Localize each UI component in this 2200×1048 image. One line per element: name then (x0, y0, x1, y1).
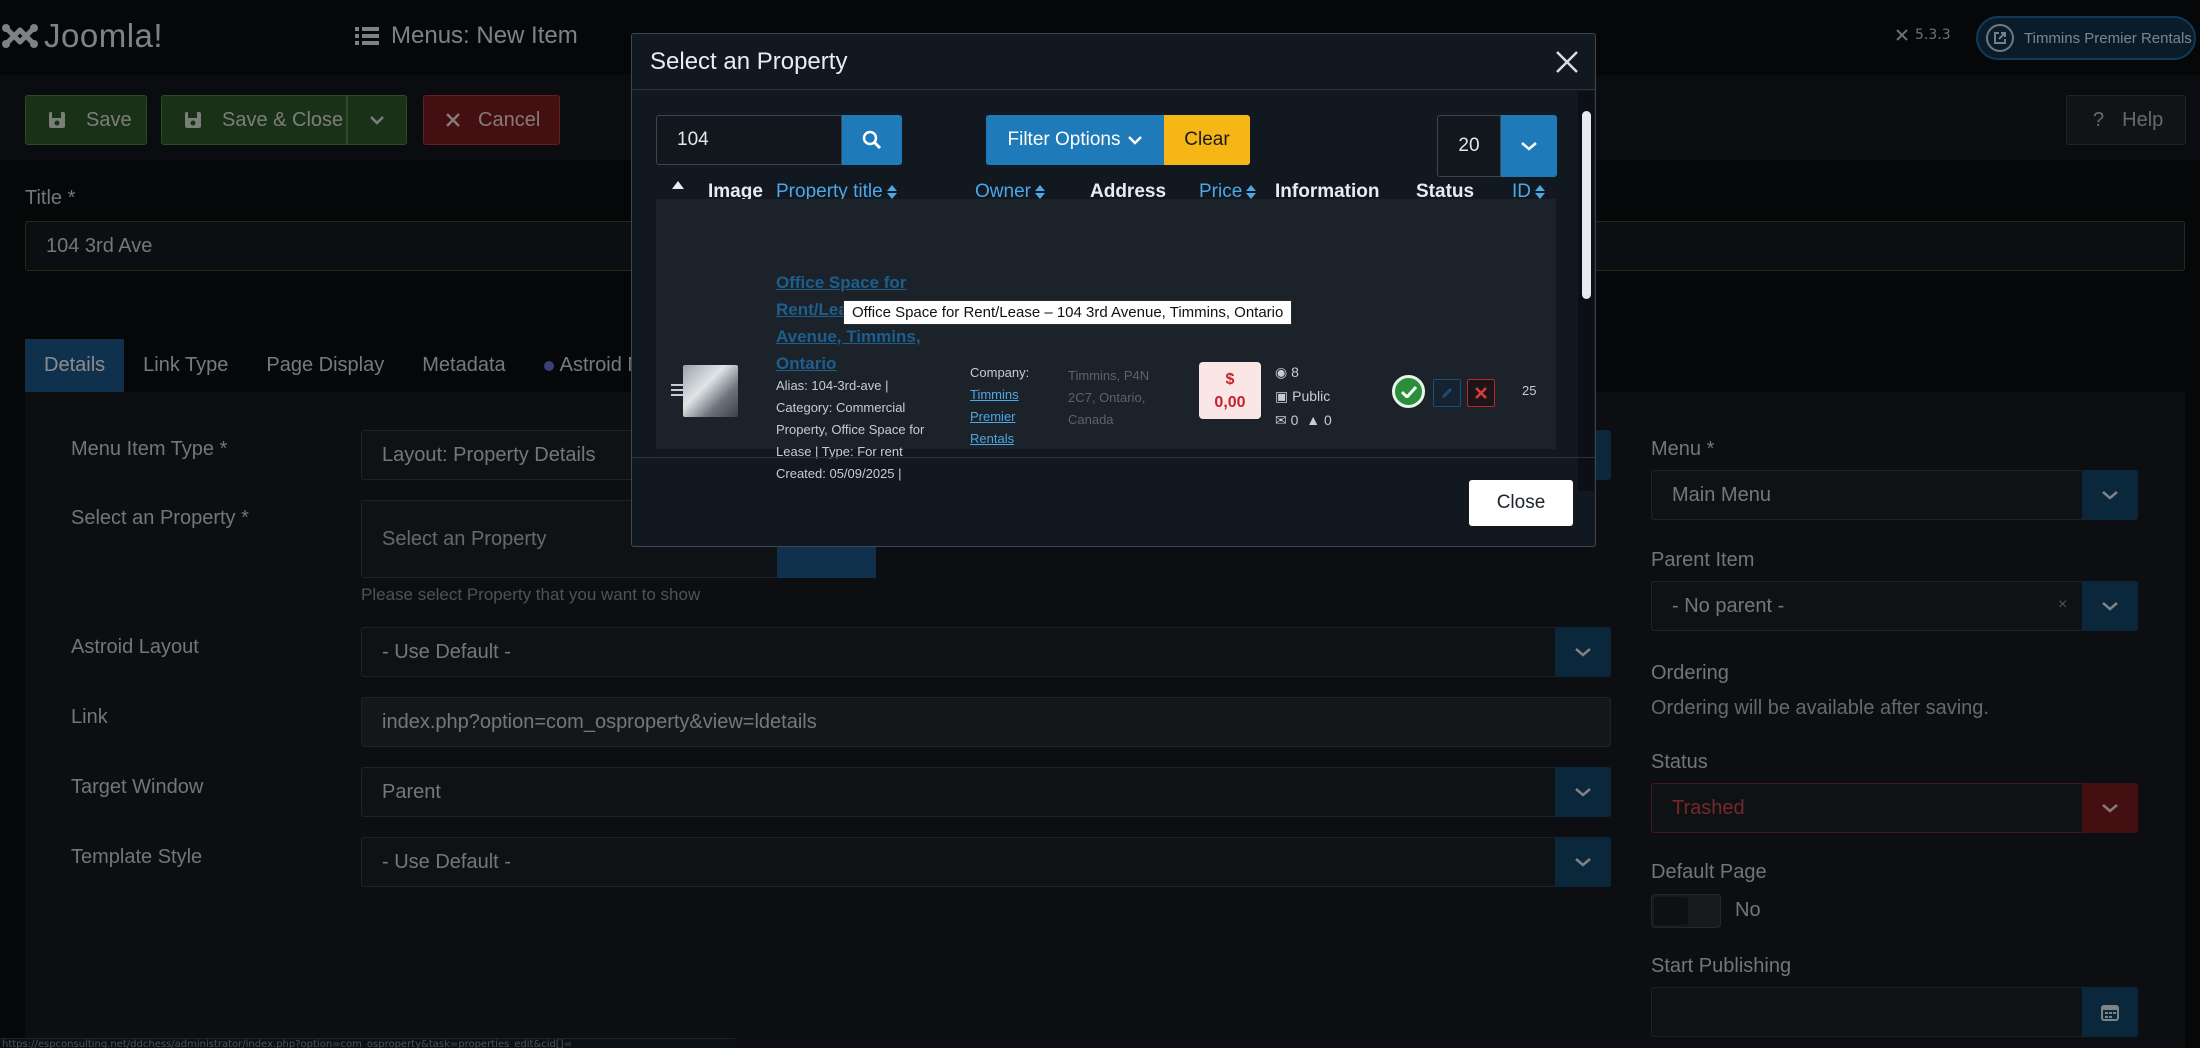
envelope-icon: ✉ (1275, 412, 1287, 428)
edit-button[interactable] (1433, 379, 1461, 407)
meta-line: Category: Commercial (776, 400, 906, 415)
modal-title: Select an Property (650, 48, 848, 75)
eye-icon: ◉ (1275, 364, 1288, 380)
owner-prefix: Company: (970, 365, 1030, 380)
reports-count: 0 (1323, 412, 1332, 428)
property-title-line: Ontario (776, 354, 837, 373)
app-root: Joomla! Menus: New Item 5.3.3 Timmins Pr… (0, 0, 2200, 1048)
select-property-modal: Select an Property 104 Filter Options Cl… (631, 33, 1596, 547)
sort-up-icon (672, 181, 684, 189)
lock-icon: ▣ (1275, 388, 1289, 404)
search-icon (862, 130, 882, 150)
close-icon (1475, 387, 1487, 399)
list-limit-value[interactable]: 20 (1437, 115, 1501, 177)
price-currency: $ (1225, 370, 1235, 388)
search-button[interactable] (842, 115, 902, 165)
filter-options-button[interactable]: Filter Options (986, 115, 1164, 165)
address-line: Timmins, P4N (1068, 368, 1150, 383)
property-title-tooltip: Office Space for Rent/Lease – 104 3rd Av… (843, 300, 1293, 325)
chevron-down-icon (1128, 135, 1143, 145)
row-id: 25 (1522, 383, 1537, 398)
property-title-line: Avenue, Timmins, (776, 327, 921, 346)
delete-button[interactable] (1467, 379, 1495, 407)
address-line: Canada (1068, 412, 1114, 427)
property-thumbnail (683, 365, 738, 417)
sort-icon (1034, 185, 1045, 199)
sort-icon (886, 185, 897, 199)
search-input[interactable]: 104 (656, 115, 842, 165)
modal-body: 104 Filter Options Clear 20 Image Proper… (632, 91, 1595, 491)
modal-close-icon[interactable] (1552, 47, 1582, 77)
search-value: 104 (677, 129, 709, 150)
pencil-icon (1442, 388, 1452, 398)
sort-icon (1246, 185, 1257, 199)
hits-line: ◉ 8 (1275, 360, 1332, 384)
close-button[interactable]: Close (1469, 480, 1573, 526)
meta-line: Property, Office Space for (776, 422, 925, 437)
clear-button[interactable]: Clear (1164, 115, 1250, 165)
modal-scrollbar-thumb[interactable] (1582, 111, 1591, 299)
modal-footer: Close (632, 457, 1595, 547)
price-badge: $ 0,00 (1199, 362, 1261, 419)
address-cell: Timmins, P4N 2C7, Ontario, Canada (1068, 365, 1158, 431)
list-limit-arrow[interactable] (1501, 115, 1557, 177)
access-value: Public (1292, 388, 1331, 404)
property-title-line: Office Space for (776, 273, 907, 292)
counts-line: ✉ 0 ▲ 0 (1275, 408, 1332, 432)
hits-count: 8 (1291, 364, 1299, 380)
sort-icon (1535, 185, 1545, 199)
chevron-down-icon (1521, 142, 1537, 151)
published-status-icon[interactable] (1392, 375, 1425, 408)
owner-line: Premier (970, 409, 1016, 424)
price-value: 0,00 (1214, 393, 1246, 411)
filter-options-label: Filter Options (1007, 129, 1121, 150)
owner-line: Timmins (970, 387, 1019, 402)
modal-header: Select an Property (632, 34, 1595, 90)
check-icon (1400, 385, 1417, 398)
owner-line: Rentals (970, 431, 1015, 446)
warning-icon: ▲ (1306, 412, 1321, 428)
messages-count: 0 (1290, 412, 1299, 428)
meta-line: Alias: 104-3rd-ave | (776, 378, 889, 393)
owner-cell: Company: Timmins Premier Rentals (970, 362, 1029, 450)
sort-ordering-header[interactable] (672, 181, 684, 189)
address-line: 2C7, Ontario, (1068, 390, 1146, 405)
information-cell: ◉ 8 ▣ Public ✉ 0 ▲ 0 (1275, 360, 1332, 432)
access-line: ▣ Public (1275, 384, 1332, 408)
owner-link[interactable]: Timmins Premier Rentals (970, 384, 1029, 450)
